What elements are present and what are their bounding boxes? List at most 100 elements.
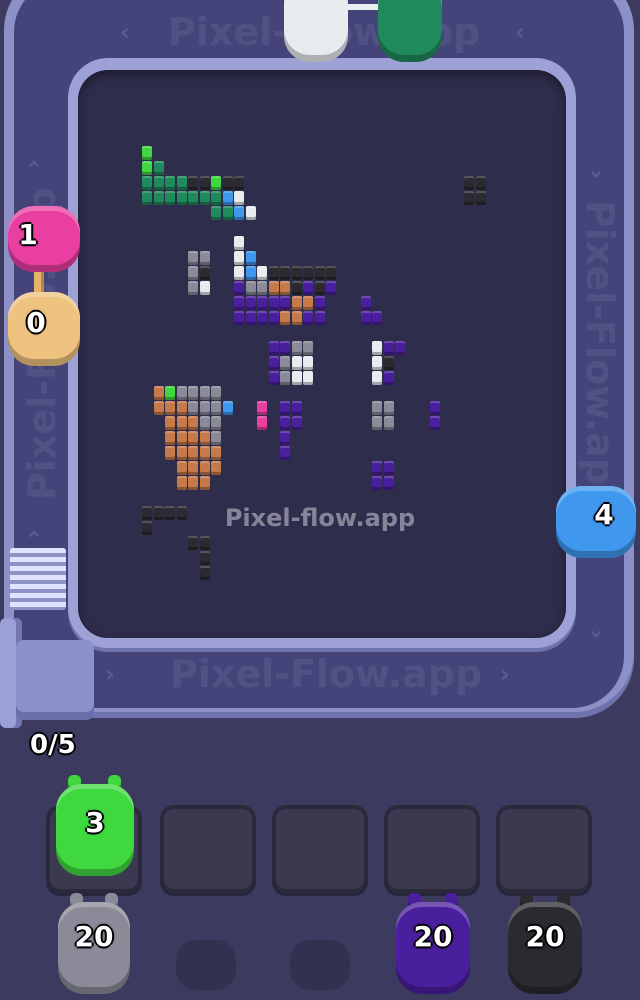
pixel-block	[257, 266, 267, 280]
pixel-block	[153, 176, 164, 190]
pixel-block	[314, 296, 325, 310]
pixel-block	[314, 281, 325, 295]
pixel-block	[142, 161, 152, 175]
pixel-block	[188, 281, 198, 295]
pixel-block	[188, 251, 198, 265]
pixel-block	[165, 176, 175, 190]
pig-shooter[interactable]: 20	[58, 893, 130, 994]
pig-shooter[interactable]: 1	[8, 206, 80, 272]
pixel-block	[257, 281, 267, 295]
pixel-block	[303, 296, 313, 310]
pixel-block	[199, 251, 210, 265]
pixel-block	[280, 341, 290, 355]
pixel-block	[176, 401, 187, 415]
pixel-block	[165, 446, 175, 460]
pixel-block	[188, 536, 198, 550]
pig-shooter[interactable]: 20	[508, 893, 582, 994]
pixel-block	[211, 386, 221, 400]
pixel-block	[234, 311, 244, 325]
pixel-block	[176, 176, 187, 190]
pixel-block	[234, 251, 244, 265]
holding-slot[interactable]	[160, 805, 256, 893]
pixel-block	[280, 356, 290, 370]
pig-shooter[interactable]: 4	[556, 486, 636, 558]
pixel-block	[268, 281, 279, 295]
pixel-block	[199, 401, 210, 415]
pixel-block	[372, 356, 382, 370]
pixel-block	[291, 281, 302, 295]
pixel-block	[395, 341, 405, 355]
pixel-block	[188, 191, 198, 205]
pixel-block	[372, 311, 382, 325]
pig-shooter[interactable]: 14	[378, 0, 442, 62]
pixel-block	[188, 431, 198, 445]
pixel-block	[280, 446, 290, 460]
pixel-block	[303, 266, 313, 280]
pixel-block	[142, 146, 152, 160]
holding-slot[interactable]	[384, 805, 480, 893]
pixel-block	[268, 311, 279, 325]
pixel-block	[303, 356, 313, 370]
pig-shooter[interactable]: 3	[56, 775, 134, 876]
pig-shooter[interactable]: 0	[8, 292, 80, 366]
pixel-block	[291, 266, 302, 280]
pixel-block	[211, 446, 221, 460]
pixel-block	[199, 416, 210, 430]
pixel-block	[303, 341, 313, 355]
pixel-block	[326, 281, 336, 295]
pixel-block	[245, 206, 256, 220]
pig-shooter[interactable]: 20	[396, 893, 470, 994]
pixel-block	[199, 461, 210, 475]
chevron-left-icon: ‹	[515, 18, 525, 46]
watermark-center: Pixel-flow.app	[224, 504, 416, 532]
chevron-down-icon: ‹	[20, 159, 49, 169]
pixel-block	[360, 296, 371, 310]
pixel-block	[222, 176, 233, 190]
pixel-block	[326, 266, 336, 280]
pixel-block	[303, 371, 313, 385]
chevron-left-icon: ‹	[120, 18, 130, 46]
pixel-block	[234, 176, 244, 190]
pixel-block	[383, 401, 394, 415]
pixel-block	[199, 431, 210, 445]
pixel-block	[314, 266, 325, 280]
pixel-block	[176, 476, 187, 490]
pixel-block	[234, 236, 244, 250]
pixel-block	[153, 191, 164, 205]
pixel-block	[280, 416, 290, 430]
pixel-block	[188, 476, 198, 490]
pig-shooter[interactable]: 15	[284, 0, 348, 62]
pixel-block	[280, 281, 290, 295]
pixel-block	[372, 341, 382, 355]
pixel-block	[153, 161, 164, 175]
pixel-block	[314, 311, 325, 325]
holding-slot[interactable]	[272, 805, 368, 893]
pixel-block	[222, 401, 233, 415]
pixel-block	[222, 206, 233, 220]
pixel-block	[199, 176, 210, 190]
pixel-block	[372, 416, 382, 430]
pixel-block	[153, 401, 164, 415]
pixel-block	[383, 341, 394, 355]
pixel-block	[234, 296, 244, 310]
pixel-block	[268, 296, 279, 310]
pixel-block	[165, 416, 175, 430]
launch-dock[interactable]	[16, 640, 94, 720]
holding-slot[interactable]	[496, 805, 592, 893]
pixel-block	[291, 311, 302, 325]
pixel-block	[165, 386, 175, 400]
pixel-block	[142, 191, 152, 205]
pixel-block	[257, 311, 267, 325]
pixel-block	[280, 401, 290, 415]
pixel-block	[257, 296, 267, 310]
track-watermark-right: Pixel-Flow.app	[578, 200, 622, 513]
pixel-block	[211, 191, 221, 205]
pixel-block	[268, 341, 279, 355]
track-watermark-bottom: Pixel-Flow.app	[170, 652, 483, 696]
pixel-block	[176, 431, 187, 445]
pixel-block	[257, 416, 267, 430]
pixel-block	[475, 191, 486, 205]
pixel-block	[199, 551, 210, 565]
pixel-block	[291, 341, 302, 355]
pixel-block	[176, 461, 187, 475]
